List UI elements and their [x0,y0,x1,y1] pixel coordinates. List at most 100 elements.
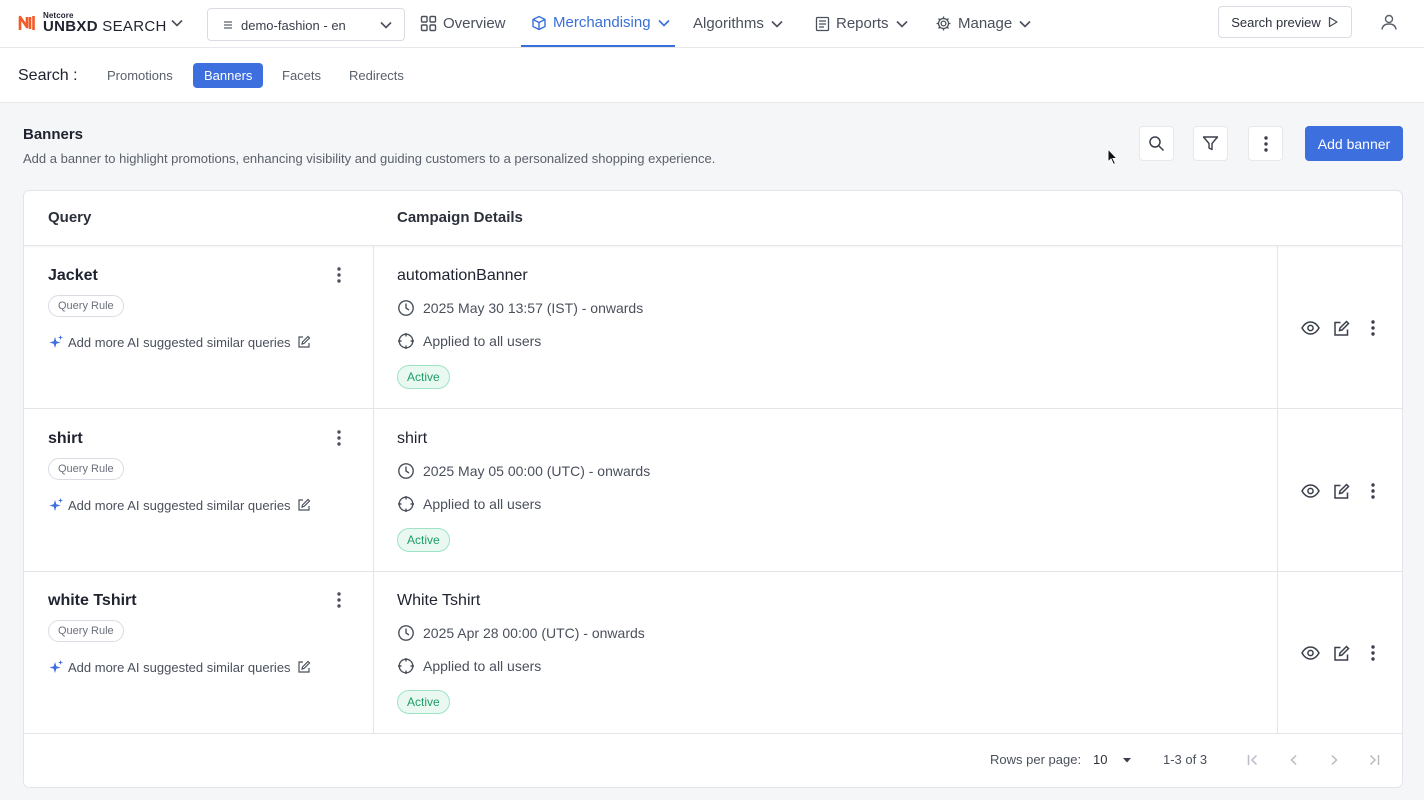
mouse-cursor-icon [1107,148,1119,166]
ai-suggest-text: Add more AI suggested similar queries [68,659,291,675]
ai-suggest-link[interactable]: Add more AI suggested similar queries [48,334,311,350]
nav-label: Merchandising [553,14,651,31]
previous-page-button[interactable] [1284,750,1304,770]
rows-per-page-label: Rows per page: [990,752,1082,767]
search-button[interactable] [1139,126,1174,161]
row-more-button[interactable] [1357,318,1388,338]
status-badge: Active [397,690,450,714]
brand-logo[interactable]: Netcore UNBXD SEARCH [17,10,187,38]
clock-icon [398,300,414,316]
netcore-logo-icon [18,15,35,30]
filter-button[interactable] [1193,126,1228,161]
edit-icon [1334,319,1350,336]
kebab-icon[interactable] [333,266,345,284]
nav-algorithms[interactable]: Algorithms [687,0,784,47]
campaign-audience: Applied to all users [397,332,541,350]
kebab-icon[interactable] [333,429,345,447]
chevron-left-icon [1290,754,1297,766]
edit-icon [297,335,310,348]
nav-merchandising[interactable]: Merchandising [521,0,675,47]
menu-lines-icon [224,21,232,29]
kebab-icon[interactable] [333,591,345,609]
cube-icon [532,15,546,30]
sub-nav: Search : Promotions Banners Facets Redir… [0,48,1424,103]
nav-overview[interactable]: Overview [420,0,512,47]
target-icon [398,658,414,674]
ai-suggest-text: Add more AI suggested similar queries [68,497,291,513]
banners-table: Query Campaign Details Jacket Query Rule… [23,190,1403,788]
search-preview-button[interactable]: Search preview [1218,6,1352,38]
row-actions [1295,318,1388,338]
tab-banners[interactable]: Banners [193,63,264,88]
nav-reports[interactable]: Reports [815,0,909,47]
chevron-down-icon [657,19,670,27]
kebab-icon [1370,320,1375,336]
kebab-icon [1370,645,1375,661]
tab-redirects[interactable]: Redirects [338,63,415,88]
page-description: Add a banner to highlight promotions, en… [23,151,716,166]
first-page-button[interactable] [1243,750,1263,770]
row-more-button[interactable] [1357,643,1388,663]
campaign-name: White Tshirt [397,592,481,609]
ai-suggest-link[interactable]: Add more AI suggested similar queries [48,497,311,513]
edit-button[interactable] [1326,481,1357,501]
add-banner-button[interactable]: Add banner [1305,126,1403,161]
chevron-down-icon [380,21,392,29]
table-header: Query Campaign Details [24,191,1402,246]
sparkle-icon [49,335,63,348]
site-selector-value: demo-fashion - en [241,18,346,33]
sparkle-icon [49,498,63,511]
chevron-down-icon [895,20,908,28]
rows-per-page-select[interactable]: 10 [1093,752,1107,767]
tab-facets[interactable]: Facets [271,63,332,88]
query-name: Jacket [48,267,98,284]
next-page-button[interactable] [1324,750,1344,770]
chevron-down-icon [771,20,783,28]
table-pagination: Rows per page: 10 1-3 of 3 [24,734,1402,787]
brand-name: UNBXD SEARCH [43,18,167,35]
table-row: white Tshirt Query Rule Add more AI sugg… [24,571,1402,734]
more-options-button[interactable] [1248,126,1283,161]
gear-icon [936,16,951,31]
user-icon[interactable] [1380,13,1398,31]
subnav-label: Search : [18,67,78,84]
ai-suggest-text: Add more AI suggested similar queries [68,334,291,350]
chevron-down-icon [1019,20,1031,28]
row-more-button[interactable] [1357,481,1388,501]
status-badge: Active [397,365,450,389]
edit-icon [1334,482,1350,499]
query-rule-chip: Query Rule [48,458,124,480]
search-preview-label: Search preview [1231,14,1321,30]
chevron-down-icon[interactable] [170,16,184,30]
last-page-button[interactable] [1364,750,1384,770]
edit-button[interactable] [1326,318,1357,338]
view-button[interactable] [1295,318,1326,338]
filter-icon [1202,136,1219,151]
nav-label: Algorithms [693,15,764,32]
table-row: shirt Query Rule Add more AI suggested s… [24,409,1402,572]
view-button[interactable] [1295,481,1326,501]
kebab-icon [1263,135,1268,152]
caret-down-icon[interactable] [1121,754,1133,766]
edit-button[interactable] [1326,643,1357,663]
ai-suggest-link[interactable]: Add more AI suggested similar queries [48,659,311,675]
query-name: white Tshirt [48,592,137,609]
campaign-name: automationBanner [397,267,528,284]
query-rule-chip: Query Rule [48,295,124,317]
nav-manage[interactable]: Manage [935,0,1032,47]
campaign-audience: Applied to all users [397,657,541,675]
campaign-audience: Applied to all users [397,495,541,513]
page-title: Banners [23,126,84,143]
tab-promotions[interactable]: Promotions [96,63,184,88]
target-icon [398,496,414,512]
grid-icon [420,15,437,32]
query-name: shirt [48,430,83,447]
site-selector[interactable]: demo-fashion - en [207,8,405,41]
edit-icon [297,498,310,511]
eye-icon [1301,484,1320,498]
view-button[interactable] [1295,643,1326,663]
play-icon [1328,16,1338,28]
table-row: Jacket Query Rule Add more AI suggested … [24,246,1402,409]
column-header-campaign: Campaign Details [397,209,523,226]
chevron-right-icon [1331,754,1338,766]
